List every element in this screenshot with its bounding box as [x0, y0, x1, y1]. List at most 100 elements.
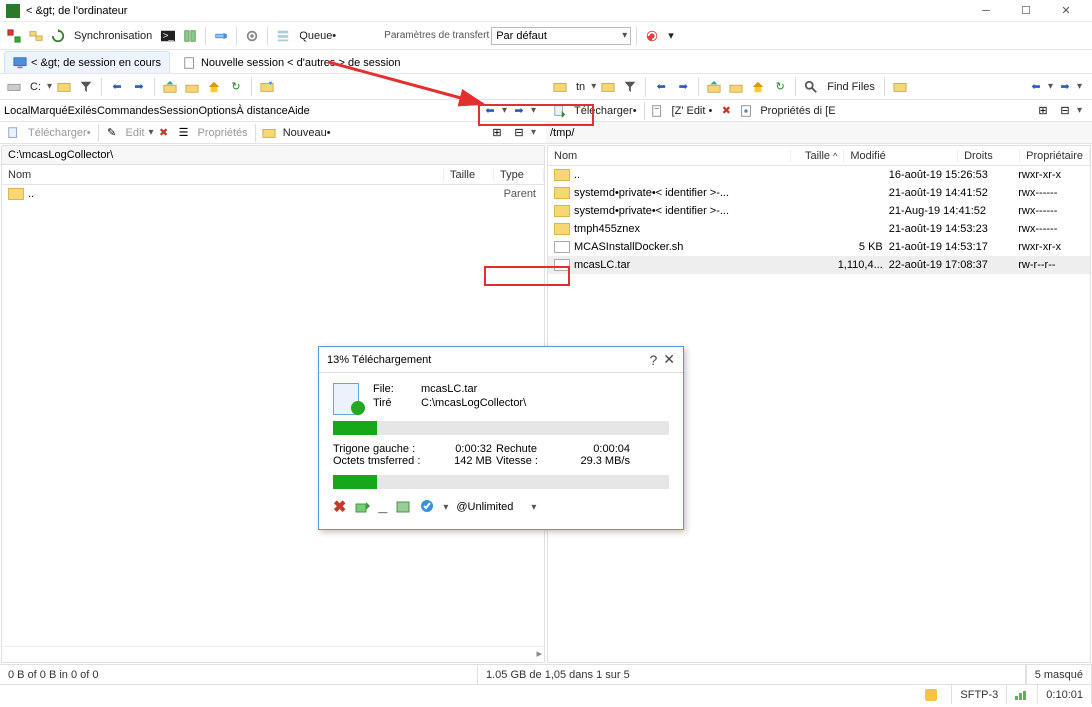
col-name[interactable]: Nom — [548, 150, 791, 162]
sync-browse-icon[interactable] — [180, 26, 200, 46]
menu-minus-icon[interactable]: ⊟ — [1055, 101, 1075, 121]
sync-folders-icon[interactable] — [26, 26, 46, 46]
menu-session[interactable]: Session — [159, 105, 198, 117]
cancel-button[interactable]: ✖ — [333, 497, 346, 517]
download-icon[interactable] — [550, 101, 570, 121]
bookmark-folder-icon[interactable] — [257, 77, 277, 97]
edit-label[interactable]: [Z' Edit • — [668, 105, 717, 117]
col-owner[interactable]: Propriétaire — [1020, 150, 1090, 162]
drive-icon[interactable] — [4, 77, 24, 97]
col-modified[interactable]: Modifié — [844, 150, 958, 162]
chevron-down-icon[interactable]: ▾ — [591, 81, 596, 92]
chevron-down-icon[interactable]: ▾ — [531, 502, 536, 513]
gear-icon[interactable] — [242, 26, 262, 46]
dialog-help-button[interactable]: ? — [649, 352, 657, 368]
speed-icon[interactable] — [419, 498, 435, 517]
parent-folder-icon[interactable] — [160, 77, 180, 97]
col-type[interactable]: Type — [494, 169, 544, 181]
open-folder-icon[interactable] — [598, 77, 618, 97]
delete-icon[interactable]: ✖ — [154, 123, 174, 143]
right-drive-label[interactable]: tn — [572, 81, 589, 93]
refresh-icon[interactable]: ↻ — [226, 77, 246, 97]
remote-folder-icon[interactable] — [550, 77, 570, 97]
terminal-icon[interactable]: >_ — [158, 26, 178, 46]
home-icon[interactable] — [204, 77, 224, 97]
parent-folder-icon[interactable] — [704, 77, 724, 97]
chevron-down-icon[interactable]: ▾ — [531, 127, 536, 138]
nav-right-icon[interactable]: ➡ — [509, 101, 529, 121]
sync-circle-icon[interactable] — [48, 26, 68, 46]
menu-marked[interactable]: Marqué — [30, 105, 67, 117]
status-chart-icon[interactable] — [1007, 685, 1038, 704]
nav-left-icon[interactable]: ⬅ — [1026, 77, 1046, 97]
home-icon[interactable] — [748, 77, 768, 97]
download-label[interactable]: Télécharger• — [570, 105, 641, 117]
disconnect-icon[interactable] — [642, 26, 662, 46]
list-item[interactable]: systemd•private•< identifier >-...21-Aug… — [548, 202, 1090, 220]
menu-minus-icon[interactable]: ⊟ — [509, 123, 529, 143]
refresh-icon[interactable]: ↻ — [770, 77, 790, 97]
upload-icon[interactable] — [4, 123, 24, 143]
menu-exiles[interactable]: Exilés — [68, 105, 97, 117]
menu-commands[interactable]: Commandes — [97, 105, 159, 117]
chevron-down-icon[interactable]: ▾ — [1048, 81, 1053, 92]
menu-plus-icon[interactable]: ⊞ — [487, 123, 507, 143]
dialog-close-button[interactable]: ✕ — [663, 351, 675, 368]
col-name[interactable]: Nom — [2, 169, 444, 181]
new-icon[interactable] — [259, 123, 279, 143]
nav-left-icon[interactable]: ⬅ — [480, 101, 500, 121]
once-done-button[interactable] — [395, 498, 411, 517]
list-item[interactable]: tmph455znex21-août-19 14:53:23rwx------r… — [548, 220, 1090, 238]
minimize-button[interactable]: _ — [378, 498, 387, 516]
window-maximize-button[interactable]: ☐ — [1006, 1, 1046, 21]
props-icon[interactable]: ☰ — [174, 123, 194, 143]
list-item[interactable]: MCASInstallDocker.sh5 KB21-août-19 14:53… — [548, 238, 1090, 256]
queue-label[interactable]: Queue• — [295, 30, 340, 42]
edit-icon[interactable] — [648, 101, 668, 121]
list-item[interactable]: ..16-août-19 15:26:53rwxr-xr-xracine — [548, 166, 1090, 184]
disconnect-dropdown[interactable]: ▾ — [664, 29, 678, 42]
menu-options[interactable]: Options — [198, 105, 236, 117]
list-item[interactable]: systemd•private•< identifier >-...21-aoû… — [548, 184, 1090, 202]
tab-session-current[interactable]: < &gt; de session en cours — [4, 51, 170, 73]
find-files-label[interactable]: Find Files — [823, 81, 879, 93]
root-folder-icon[interactable] — [726, 77, 746, 97]
bookmark-folder-icon[interactable] — [890, 77, 910, 97]
delete-icon[interactable]: ✖ — [716, 101, 736, 121]
scrollbar-horizontal[interactable]: ▸ — [2, 646, 544, 662]
chevron-down-icon[interactable]: ▾ — [531, 105, 536, 116]
queue-icon[interactable] — [273, 26, 293, 46]
speed-limit-label[interactable]: @Unlimited — [456, 501, 513, 513]
tab-new-session[interactable]: Nouvelle session < d'autres > de session — [174, 51, 410, 73]
nav-forward-icon[interactable]: ➡ — [673, 77, 693, 97]
nav-back-icon[interactable]: ⬅ — [107, 77, 127, 97]
window-minimize-button[interactable]: ─ — [966, 1, 1006, 21]
props-icon[interactable] — [736, 101, 756, 121]
right-column-headers[interactable]: Nom Taille ^ Modifié Droits Propriétaire — [548, 146, 1090, 166]
root-folder-icon[interactable] — [182, 77, 202, 97]
menu-remote[interactable]: À distance — [236, 105, 287, 117]
window-close-button[interactable]: ✕ — [1046, 1, 1086, 21]
col-size[interactable]: Taille — [444, 169, 494, 181]
compare-icon[interactable] — [4, 26, 24, 46]
menu-plus-icon[interactable]: ⊞ — [1033, 101, 1053, 121]
new-label[interactable]: Nouveau• — [279, 127, 335, 139]
col-rights[interactable]: Droits — [958, 150, 1020, 162]
nav-back-icon[interactable]: ⬅ — [651, 77, 671, 97]
list-item[interactable]: mcasLC.tar1,110,4...22-août-19 17:08:37r… — [548, 256, 1090, 274]
sync-label[interactable]: Synchronisation — [70, 30, 156, 42]
transfer-settings-combo[interactable]: Par défaut — [491, 27, 631, 45]
background-button[interactable] — [354, 498, 370, 517]
nav-forward-icon[interactable]: ➡ — [129, 77, 149, 97]
menu-local[interactable]: Local — [4, 105, 30, 117]
find-icon[interactable] — [801, 77, 821, 97]
props-label[interactable]: Propriétés di [E — [756, 105, 839, 117]
nav-right-icon[interactable]: ➡ — [1055, 77, 1075, 97]
chevron-down-icon[interactable]: ▾ — [1077, 81, 1082, 92]
left-column-headers[interactable]: Nom Taille Type — [2, 165, 544, 185]
filter-icon[interactable] — [76, 77, 96, 97]
chevron-down-icon[interactable]: ▾ — [47, 81, 52, 92]
left-drive-label[interactable]: C: — [26, 81, 45, 93]
menu-help[interactable]: Aide — [288, 105, 310, 117]
list-item[interactable]: .. Parent — [2, 185, 544, 203]
